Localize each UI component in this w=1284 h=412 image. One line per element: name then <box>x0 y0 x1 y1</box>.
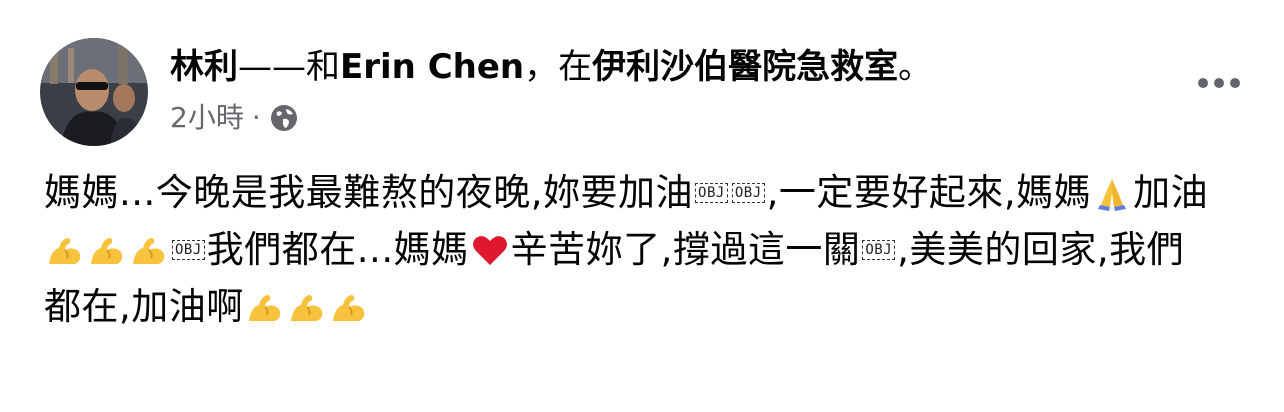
obj-placeholder: OBJ <box>862 239 896 260</box>
with-connector: ——和 <box>238 47 340 87</box>
message-text: ,一定要好起來,媽媽 <box>766 171 1092 214</box>
post-message: 媽媽...今晚是我最難熬的夜晚,妳要加油 OBJ OBJ ,一定要好起來,媽媽 加油 O… <box>44 164 1254 335</box>
post-meta: 林利——和Erin Chen，在伊利沙伯醫院急救室。 2小時 · <box>170 44 932 136</box>
location-name[interactable]: 伊利沙伯醫院急救室 <box>592 47 898 87</box>
avatar[interactable] <box>40 38 148 146</box>
message-line-3: 都在,加油啊 <box>44 278 1254 335</box>
red-heart-icon <box>472 235 507 265</box>
message-text: ,美美的回家,我們 <box>897 228 1185 271</box>
separator-dot: · <box>251 101 261 134</box>
flexed-biceps-icon <box>91 237 123 264</box>
folded-hands-icon <box>1098 178 1127 211</box>
flexed-biceps-icon <box>49 237 81 264</box>
message-text: 我們都在...媽媽 <box>206 228 469 271</box>
post-header: 林利——和Erin Chen，在伊利沙伯醫院急救室。 2小時 · <box>40 38 932 150</box>
obj-placeholder: OBJ <box>731 182 765 203</box>
message-line-1: 媽媽...今晚是我最難熬的夜晚,妳要加油 OBJ OBJ ,一定要好起來,媽媽 加油 <box>44 164 1254 221</box>
message-text: 媽媽...今晚是我最難熬的夜晚,妳要加油 <box>44 171 694 214</box>
at-separator: ，在 <box>524 47 593 87</box>
message-text: 加油 <box>1133 171 1209 214</box>
flexed-biceps-icon <box>332 294 365 321</box>
flexed-biceps-icon <box>290 294 323 321</box>
flexed-biceps-icon <box>133 237 165 264</box>
message-line-2: OBJ 我們都在...媽媽 辛苦妳了,撐過這一關 OBJ ,美美的回家,我們 <box>44 221 1254 278</box>
timestamp[interactable]: 2小時 <box>170 100 244 136</box>
flexed-biceps-icon <box>248 294 281 321</box>
obj-placeholder: OBJ <box>695 182 728 203</box>
post-subline: 2小時 · <box>170 100 932 136</box>
author-name[interactable]: 林利 <box>170 47 238 87</box>
message-text: 辛苦妳了,撐過這一關 <box>510 228 861 271</box>
obj-placeholder: OBJ <box>172 239 205 260</box>
more-options-icon[interactable] <box>1198 78 1240 88</box>
post-title: 林利——和Erin Chen，在伊利沙伯醫院急救室。 <box>170 44 932 90</box>
facebook-post: 林利——和Erin Chen，在伊利沙伯醫院急救室。 2小時 · 媽媽...今晚… <box>0 0 1284 412</box>
message-text: 都在,加油啊 <box>44 285 244 328</box>
tagged-friend[interactable]: Erin Chen <box>340 47 524 87</box>
globe-icon[interactable] <box>269 103 299 133</box>
title-end: 。 <box>898 47 933 87</box>
